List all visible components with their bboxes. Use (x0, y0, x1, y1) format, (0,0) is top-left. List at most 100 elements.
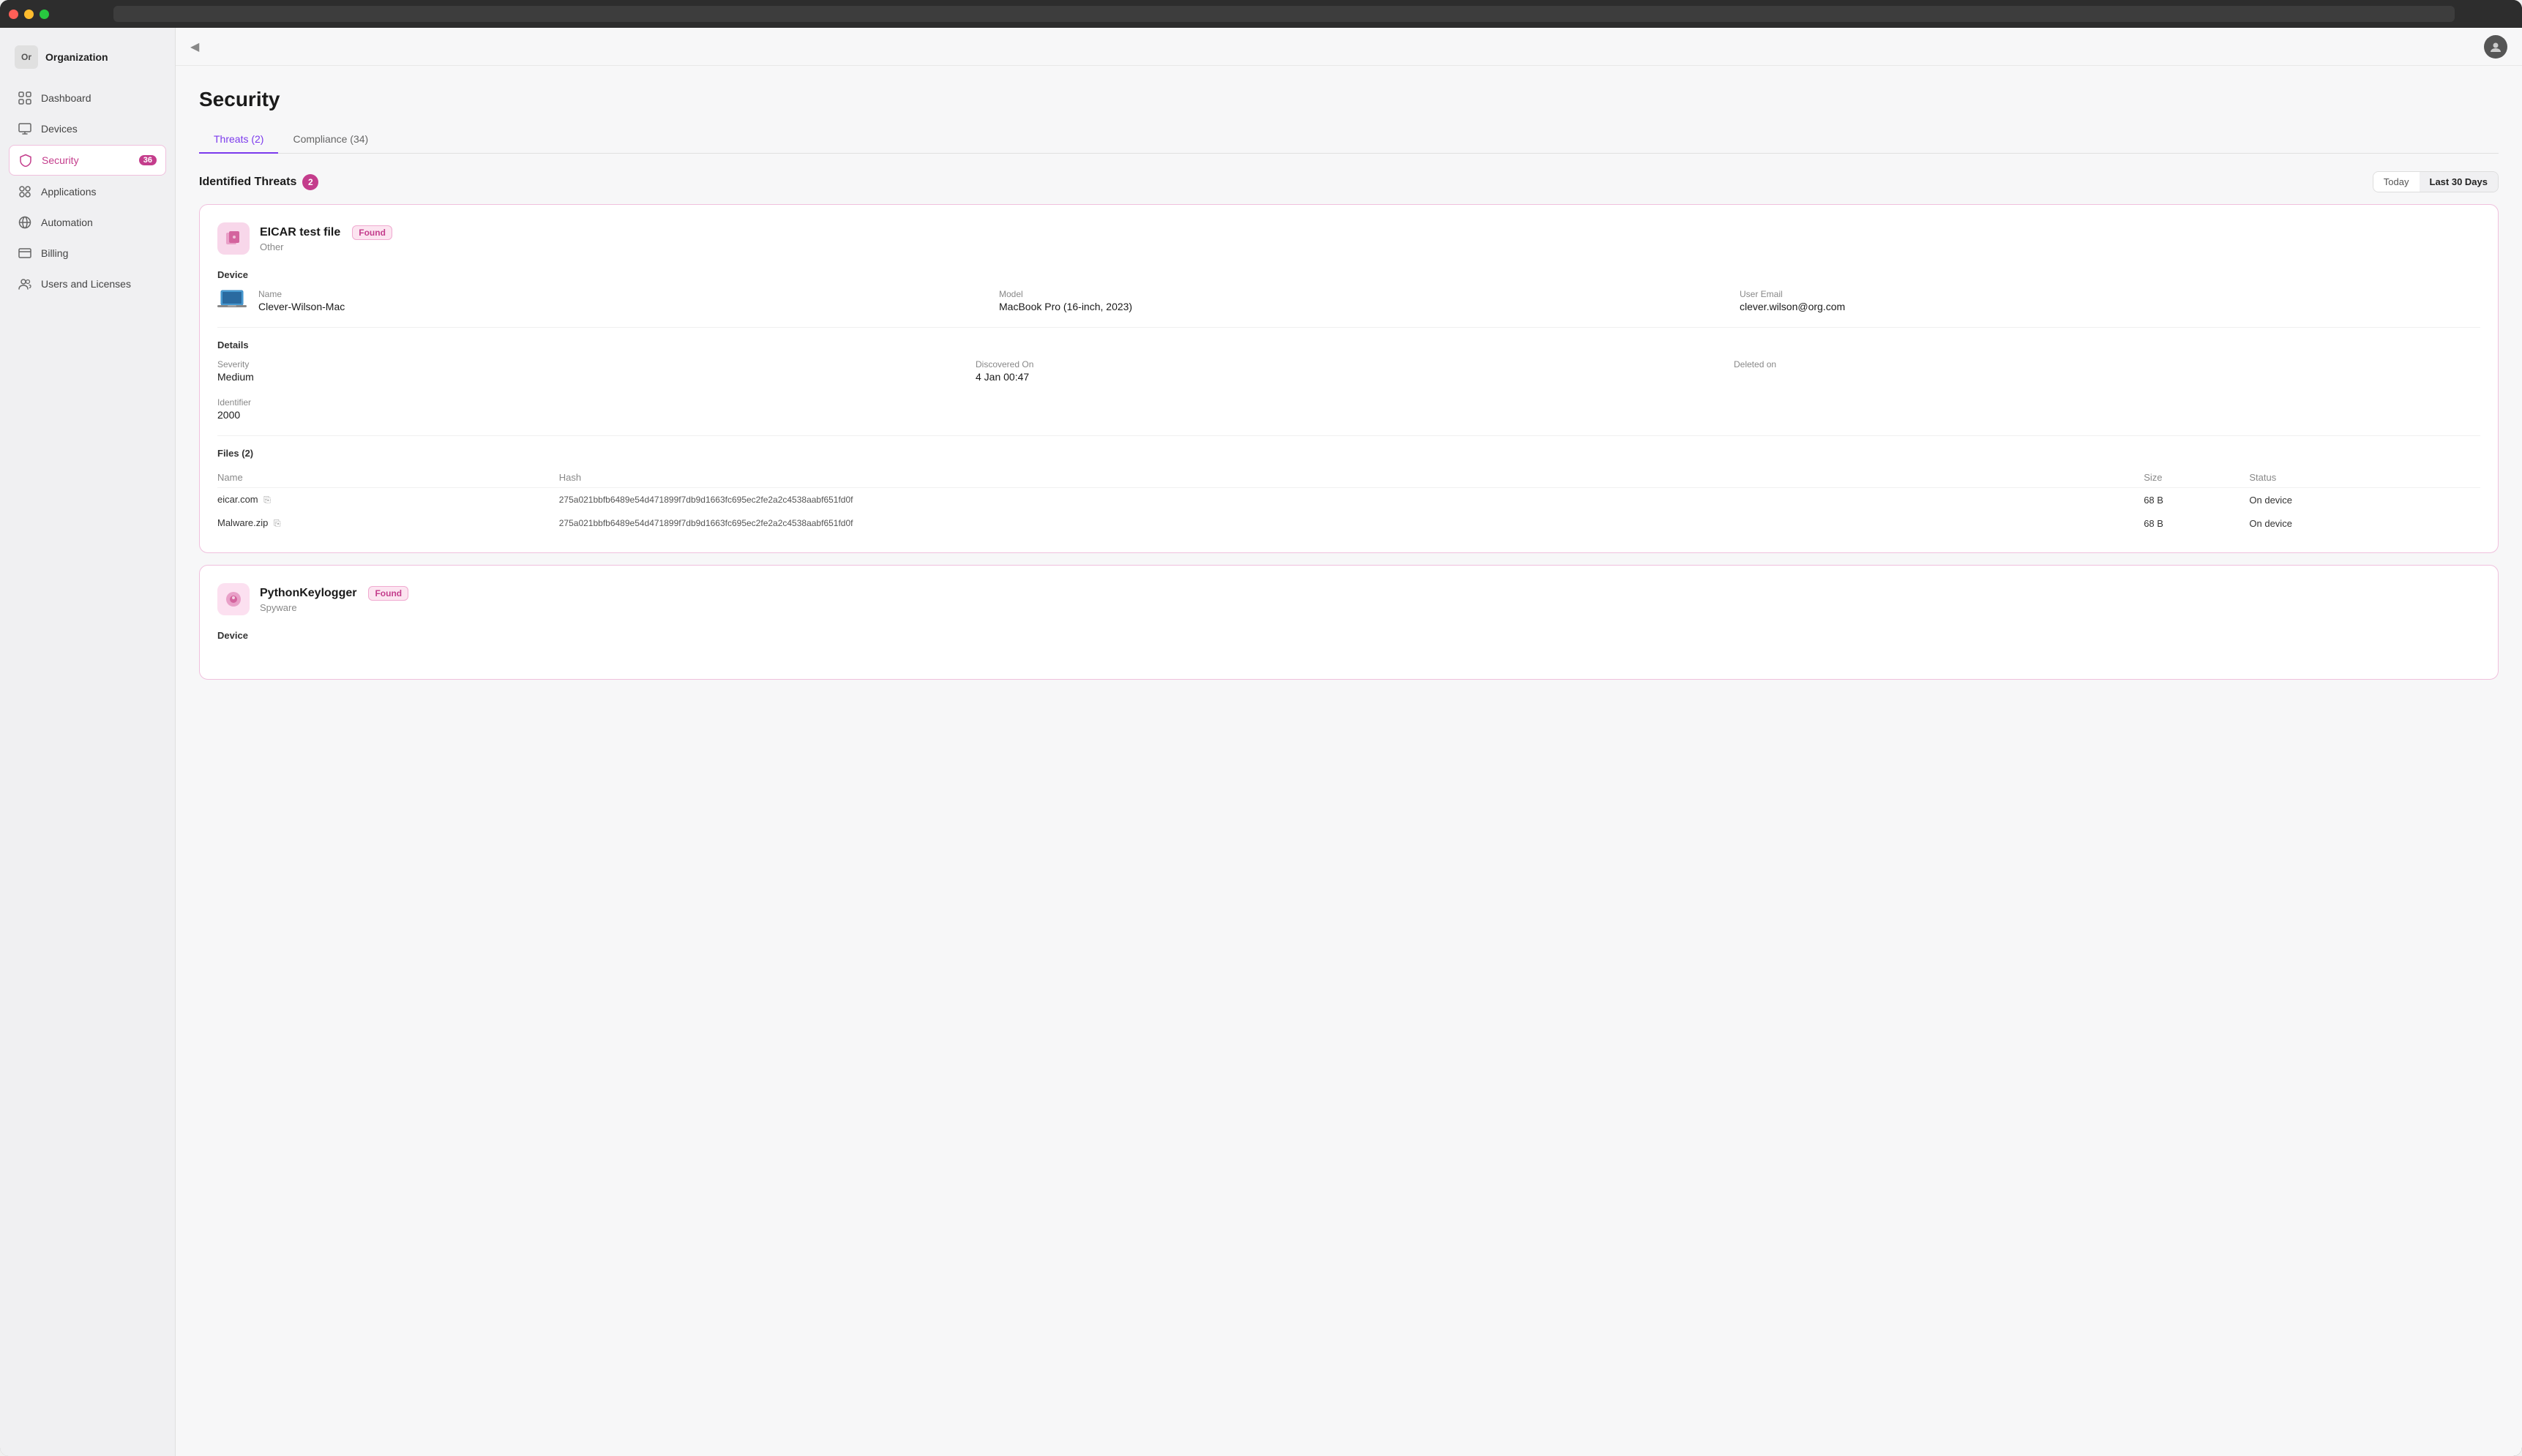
device-email-label: User Email (1740, 289, 2480, 299)
sidebar-item-security[interactable]: Security 36 (9, 145, 166, 176)
device-section-title-2: Device (217, 630, 2480, 641)
device-email-group: User Email clever.wilson@org.com (1740, 289, 2480, 312)
tab-threats[interactable]: Threats (2) (199, 126, 278, 154)
file-name-1: eicar.com ⎘ (217, 488, 559, 512)
file-hash-2: 275a021bbfb6489e54d471899f7db9d1663fc695… (559, 511, 2144, 535)
table-row: eicar.com ⎘ 275a021bbfb6489e54d471899f7d… (217, 488, 2480, 512)
sidebar-label-billing: Billing (41, 247, 68, 259)
threat-type-keylogger: Spyware (260, 602, 408, 613)
details-section-title: Details (217, 339, 2480, 350)
sidebar-label-security: Security (42, 154, 79, 166)
identifier-group: Identifier 2000 (217, 397, 2480, 421)
identifier-label: Identifier (217, 397, 2480, 408)
files-table: Name Hash Size Status eicar.com ⎘ (217, 468, 2480, 535)
app-body: Or Organization Dashboard (0, 28, 2522, 1456)
copy-icon-2[interactable]: ⎘ (274, 518, 281, 528)
collapse-sidebar-button[interactable]: ◀ (190, 40, 199, 54)
sidebar-item-dashboard[interactable]: Dashboard (9, 83, 166, 113)
severity-label: Severity (217, 359, 964, 369)
table-row: Malware.zip ⎘ 275a021bbfb6489e54d471899f… (217, 511, 2480, 535)
threat-card-eicar: EICAR test file Found Other Device (199, 204, 2499, 553)
divider-2 (217, 435, 2480, 436)
users-icon (18, 277, 32, 291)
divider-1 (217, 327, 2480, 328)
device-model-value: MacBook Pro (16-inch, 2023) (999, 301, 1740, 312)
page-title: Security (199, 88, 2499, 111)
threat-name-keylogger: PythonKeylogger (260, 587, 356, 600)
topbar: ◀ (176, 28, 2522, 66)
org-header[interactable]: Or Organization (0, 40, 175, 83)
identifier-value: 2000 (217, 409, 2480, 421)
minimize-button[interactable] (24, 10, 34, 19)
sidebar-label-devices: Devices (41, 123, 78, 135)
device-info: Name Clever-Wilson-Mac Model MacBook Pro… (217, 289, 2480, 312)
org-avatar: Or (15, 45, 38, 69)
sidebar-item-users[interactable]: Users and Licenses (9, 269, 166, 299)
sidebar-item-billing[interactable]: Billing (9, 239, 166, 268)
url-bar[interactable] (113, 6, 2455, 22)
severity-value: Medium (217, 371, 964, 383)
file-status-1: On device (2249, 488, 2480, 512)
laptop-icon (217, 289, 247, 312)
files-col-hash: Hash (559, 468, 2144, 488)
shield-icon (18, 153, 33, 168)
threat-icon-keylogger (217, 583, 250, 615)
threat-name-eicar: EICAR test file (260, 226, 340, 239)
tab-compliance[interactable]: Compliance (34) (278, 126, 383, 154)
tabs: Threats (2) Compliance (34) (199, 126, 2499, 154)
file-hash-1: 275a021bbfb6489e54d471899f7db9d1663fc695… (559, 488, 2144, 512)
files-col-status: Status (2249, 468, 2480, 488)
threat-header-eicar: EICAR test file Found Other (217, 222, 2480, 255)
identified-threats-title: Identified Threats 2 (199, 174, 318, 190)
close-button[interactable] (9, 10, 18, 19)
sidebar: Or Organization Dashboard (0, 28, 176, 1456)
monitor-icon (18, 121, 32, 136)
threats-section-header: Identified Threats 2 Today Last 30 Days (199, 171, 2499, 192)
file-status-2: On device (2249, 511, 2480, 535)
device-section-title: Device (217, 269, 2480, 280)
sidebar-label-automation: Automation (41, 217, 93, 228)
files-table-body: eicar.com ⎘ 275a021bbfb6489e54d471899f7d… (217, 488, 2480, 536)
discovered-value: 4 Jan 00:47 (976, 371, 1722, 383)
sidebar-item-applications[interactable]: Applications (9, 177, 166, 206)
files-table-header: Name Hash Size Status (217, 468, 2480, 488)
today-filter-button[interactable]: Today (2373, 172, 2420, 192)
user-avatar[interactable] (2484, 35, 2507, 59)
billing-icon (18, 246, 32, 260)
device-model-label: Model (999, 289, 1740, 299)
titlebar (0, 0, 2522, 28)
files-col-name: Name (217, 468, 559, 488)
threat-icon-eicar (217, 222, 250, 255)
discovered-group: Discovered On 4 Jan 00:47 (976, 359, 1722, 383)
grid-icon (18, 91, 32, 105)
threat-type-eicar: Other (260, 241, 392, 252)
org-name: Organization (45, 51, 108, 63)
sidebar-item-automation[interactable]: Automation (9, 208, 166, 237)
file-name-2: Malware.zip ⎘ (217, 511, 559, 535)
date-filter: Today Last 30 Days (2373, 171, 2499, 192)
content-area: Security Threats (2) Compliance (34) Ide… (176, 66, 2522, 1456)
sidebar-navigation: Dashboard Devices (0, 83, 175, 299)
main-content: ◀ Security Threats (2) Compliance (34) (176, 28, 2522, 1456)
device-email-value: clever.wilson@org.com (1740, 301, 2480, 312)
threat-status-eicar: Found (352, 225, 392, 240)
file-size-2: 68 B (2144, 511, 2249, 535)
files-col-size: Size (2144, 468, 2249, 488)
threat-count-badge: 2 (302, 174, 318, 190)
identified-threats-label: Identified Threats (199, 176, 296, 189)
last30days-filter-button[interactable]: Last 30 Days (2420, 172, 2499, 192)
deleted-label: Deleted on (1734, 359, 2480, 369)
copy-icon-1[interactable]: ⎘ (263, 495, 271, 505)
sidebar-label-applications: Applications (41, 186, 97, 198)
threat-status-keylogger: Found (368, 586, 408, 601)
device-model-group: Model MacBook Pro (16-inch, 2023) (999, 289, 1740, 312)
sidebar-item-devices[interactable]: Devices (9, 114, 166, 143)
globe-icon (18, 215, 32, 230)
threat-header-keylogger: PythonKeylogger Found Spyware (217, 583, 2480, 615)
sidebar-label-users: Users and Licenses (41, 278, 131, 290)
device-name-group: Name Clever-Wilson-Mac (258, 289, 999, 312)
discovered-label: Discovered On (976, 359, 1722, 369)
threat-info-keylogger: PythonKeylogger Found Spyware (260, 586, 408, 613)
details-grid: Severity Medium Discovered On 4 Jan 00:4… (217, 359, 2480, 383)
maximize-button[interactable] (40, 10, 49, 19)
